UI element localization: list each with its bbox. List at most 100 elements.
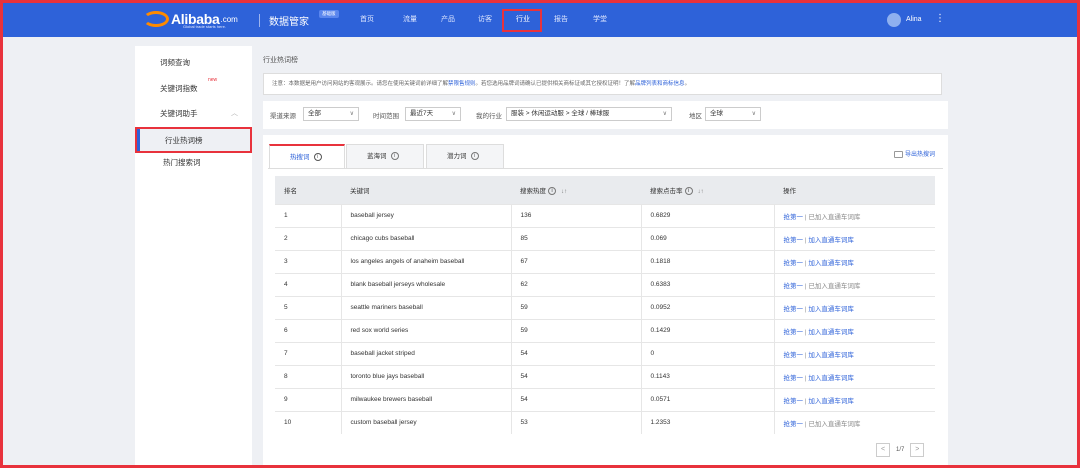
sidebar-item-industry-hot-words[interactable]: 行业热词榜 [135,127,252,153]
info-icon[interactable]: i [684,186,693,195]
nav-home[interactable]: 首页 [343,3,391,37]
industry-select[interactable]: 服装 > 休闲运动服 > 全球 / 棒球服 ∨ [506,107,672,121]
edition-badge: 基础版 [319,10,339,18]
search-heat-cell: 85 [511,226,642,250]
tab-label: 潜力词 [447,153,467,160]
actions-cell: 抢第一 | 加入直通车词库 [774,295,935,319]
brand-list-link[interactable]: 品牌列表和商标信息 [635,81,685,87]
export-button[interactable]: 导出热搜词 [894,149,935,158]
info-icon[interactable]: i [470,152,479,161]
info-icon[interactable]: i [548,186,556,195]
rank-cell: 3 [275,249,342,273]
grab-first-link[interactable]: 抢第一 [784,375,804,382]
add-to-p4p-link[interactable]: 加入直通车词库 [808,375,854,382]
search-heat-cell: 53 [511,410,642,434]
col-keyword: 关键词 [341,176,511,204]
notice-bar: 注意：本数据是用户访问网站的客观展示。请您在使用关键词前详细了解禁限售规则。若您… [263,73,942,95]
sidebar-item-keyword-index[interactable]: 关键词指数 new [135,77,252,100]
sidebar-item-word-frequency[interactable]: 词频查询 [135,52,252,74]
table-row: 8 toronto blue jays baseball 54 0.1143 抢第一 |… [275,364,935,388]
keyword-cell: custom baseball jersey [341,410,512,434]
prev-page-button[interactable]: < [876,443,890,457]
search-heat-cell: 54 [511,341,642,365]
sidebar-item-label: 词频查询 [160,58,190,67]
actions-cell: 抢第一 | 加入直通车词库 [774,318,935,342]
grab-first-link[interactable]: 抢第一 [784,214,804,221]
click-rate-cell: 0.1429 [641,318,775,342]
active-indicator [137,129,140,151]
next-page-button[interactable]: > [910,443,925,457]
chevron-down-icon: ∨ [349,111,354,117]
export-label: 导出热搜词 [905,152,936,158]
search-heat-cell: 59 [511,318,642,342]
region-value: 全球 [710,110,723,117]
info-icon[interactable]: i [313,153,322,162]
nav-products[interactable]: 产品 [429,3,467,37]
sort-icon[interactable]: ↓↑ [561,189,567,195]
keyword-cell: baseball jersey [341,203,512,227]
add-to-p4p-link[interactable]: 加入直通车词库 [808,352,854,359]
sidebar-item-label: 关键词助手 [160,109,198,118]
grab-first-link[interactable]: 抢第一 [784,421,804,428]
nav-school[interactable]: 学堂 [579,3,621,37]
search-heat-cell: 59 [511,295,642,319]
printer-icon [894,150,903,158]
nav-reports[interactable]: 报告 [543,3,579,37]
region-label: 地区 [689,113,702,120]
tab-label: 蓝海词 [367,153,387,160]
sidebar-item-label: 热门搜索词 [163,158,201,167]
avatar[interactable] [887,13,901,27]
add-to-p4p-link[interactable]: 加入直通车词库 [808,398,854,405]
click-rate-cell: 0.069 [641,226,775,250]
tab-hot-search[interactable]: 热搜词 i [269,144,345,169]
app-frame: Alibaba .com Global trade starts here. 数… [0,0,1080,468]
keyword-table: 排名 关键词 搜索热度 i ↓↑ 搜索点击率 i ↓↑ 操作 1 baseball jer… [275,176,935,434]
alibaba-logo[interactable]: Alibaba .com Global trade starts here. [143,9,238,29]
grab-first-link[interactable]: 抢第一 [784,260,804,267]
region-select[interactable]: 全球 ∨ [705,107,761,121]
col-click-rate[interactable]: 搜索点击率 i ↓↑ [641,176,774,204]
tab-blue-ocean[interactable]: 蓝海词 i [346,144,424,169]
grab-first-link[interactable]: 抢第一 [784,306,804,313]
add-to-p4p-link[interactable]: 加入直通车词库 [808,329,854,336]
header-divider [259,14,260,27]
click-rate-cell: 0.1818 [641,249,775,273]
table-row: 7 baseball jacket striped 54 0 抢第一 | 加入直通车词库 [275,341,935,365]
nav-visitors[interactable]: 访客 [467,3,503,37]
prohibited-rules-link[interactable]: 禁限售规则 [448,81,476,87]
tab-potential[interactable]: 潜力词 i [426,144,504,169]
notice-text: 。若您选用品牌词请确认已提供相关商标证或其它授权证明！了解 [475,81,636,87]
keyword-cell: baseball jacket striped [341,341,512,365]
grab-first-link[interactable]: 抢第一 [784,352,804,359]
add-to-p4p-link[interactable]: 加入直通车词库 [808,237,854,244]
col-search-heat[interactable]: 搜索热度 i ↓↑ [511,176,641,204]
keyword-cell: los angeles angels of anaheim baseball [341,249,512,273]
table-body: 1 baseball jersey 136 0.6829 抢第一 | 已加入直通车词库 2… [275,203,935,434]
table-header-row: 排名 关键词 搜索热度 i ↓↑ 搜索点击率 i ↓↑ 操作 [275,176,935,204]
page-info: 1/7 [896,447,905,453]
grab-first-link[interactable]: 抢第一 [784,398,804,405]
nav-traffic[interactable]: 流量 [391,3,429,37]
sort-icon[interactable]: ↓↑ [698,189,704,195]
add-to-p4p-link[interactable]: 加入直通车词库 [808,306,854,313]
grab-first-link[interactable]: 抢第一 [784,283,804,290]
channel-label: 渠道来源 [270,113,296,120]
grab-first-link[interactable]: 抢第一 [784,329,804,336]
nav-highlight-box [502,9,542,32]
rank-cell: 8 [275,364,342,388]
info-icon[interactable]: i [390,152,399,161]
actions-cell: 抢第一 | 已加入直通车词库 [774,272,935,296]
add-to-p4p-link[interactable]: 加入直通车词库 [808,260,854,267]
username[interactable]: Alina [906,16,922,23]
time-range-select[interactable]: 最近7天 ∨ [405,107,461,121]
actions-cell: 抢第一 | 加入直通车词库 [774,387,935,411]
header-label: 排名 [284,187,297,195]
search-heat-cell: 67 [511,249,642,273]
sidebar-item-popular-search-words[interactable]: 热门搜索词 [135,152,252,174]
rank-cell: 6 [275,318,342,342]
more-icon[interactable]: ⋮ [935,13,945,25]
grab-first-link[interactable]: 抢第一 [784,237,804,244]
sidebar: 词频查询 关键词指数 new 关键词助手 ︿ 行业热词榜 热门搜索词 [135,46,252,465]
channel-select[interactable]: 全部 ∨ [303,107,359,121]
sidebar-item-keyword-assistant[interactable]: 关键词助手 ︿ [135,103,252,125]
